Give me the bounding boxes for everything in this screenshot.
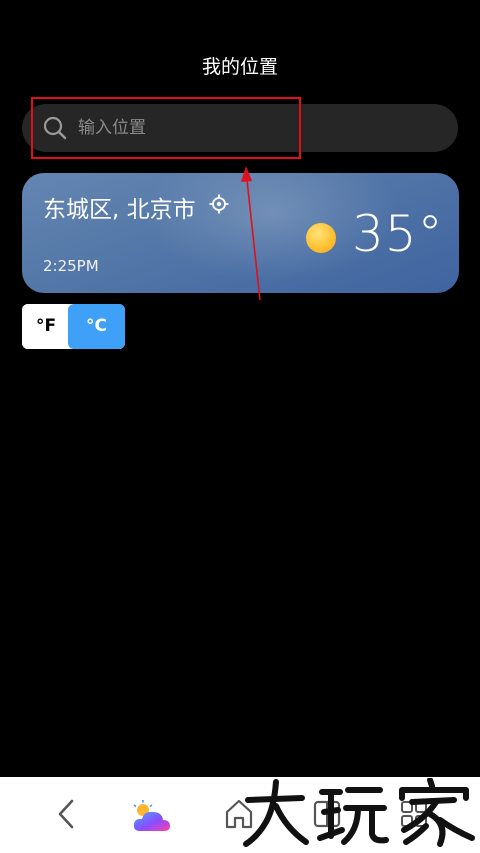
weather-app-icon[interactable] <box>130 799 174 835</box>
location-card[interactable]: 东城区, 北京市 2:25PM 35° <box>22 173 459 293</box>
fahrenheit-button[interactable]: °F <box>22 304 70 349</box>
location-target-icon <box>209 194 229 214</box>
watermark-logo <box>243 778 475 847</box>
annotation-highlight-box <box>31 97 301 159</box>
sun-icon <box>306 223 336 253</box>
temperature: 35° <box>352 205 444 263</box>
local-time: 2:25PM <box>43 257 99 275</box>
chevron-left-icon[interactable] <box>52 797 80 831</box>
city-name: 东城区, 北京市 <box>43 197 196 223</box>
page-title: 我的位置 <box>201 56 278 78</box>
temperature-unit-toggle: °F °C <box>22 304 125 349</box>
celsius-button[interactable]: °C <box>68 304 125 349</box>
